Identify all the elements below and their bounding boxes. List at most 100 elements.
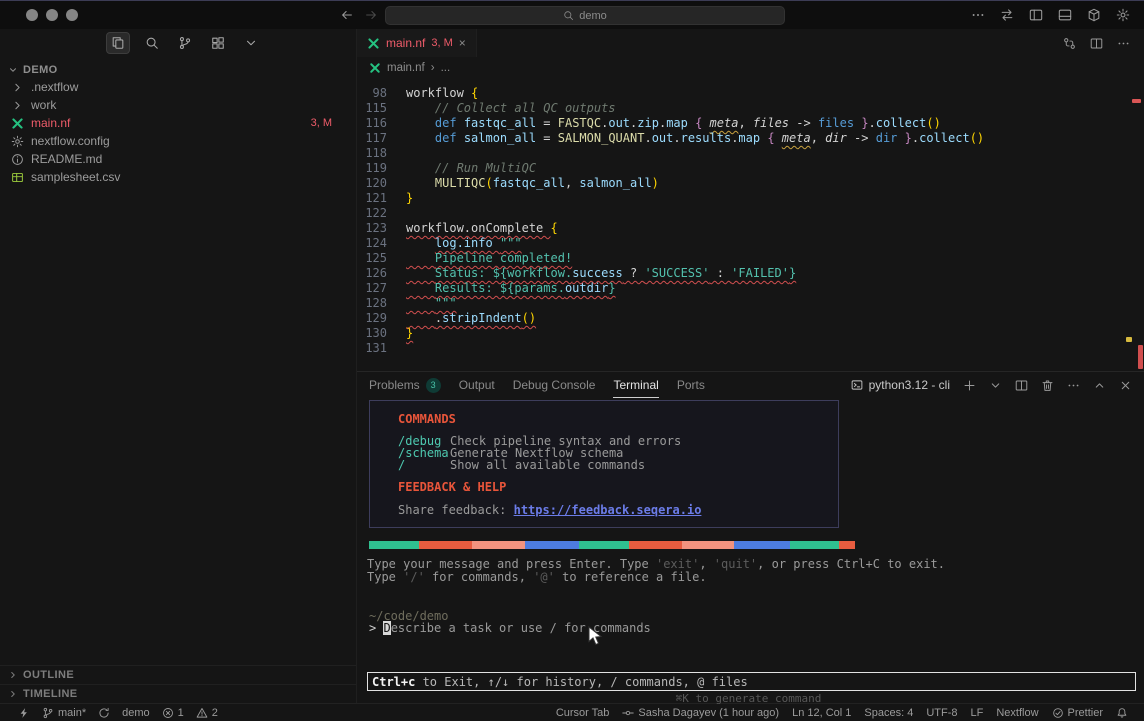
compare-changes-button[interactable] — [1063, 37, 1076, 50]
editor-group: main.nf › ... 98workflow {115 // Collect… — [356, 57, 1144, 703]
outline-label: OUTLINE — [23, 669, 74, 681]
tab-close-button[interactable]: × — [459, 36, 466, 50]
more-button[interactable] — [971, 8, 985, 22]
cube-button[interactable] — [1087, 8, 1101, 22]
feedback-link[interactable]: https://feedback.seqera.io — [514, 503, 702, 517]
git-branch-icon — [178, 36, 192, 50]
warning-icon — [196, 707, 208, 719]
timeline-section[interactable]: TIMELINE — [0, 684, 356, 703]
arrow-right-button[interactable] — [364, 8, 378, 22]
status-zap[interactable] — [18, 707, 30, 719]
modified-badge: 3, M — [311, 117, 332, 129]
bell-icon — [1116, 707, 1128, 719]
command-description: Show all available commands — [450, 458, 645, 472]
breadcrumb[interactable]: main.nf › ... — [357, 57, 1144, 79]
code-editor[interactable]: 98workflow {115 // Collect all QC output… — [357, 79, 1144, 378]
panel-tab-problems[interactable]: Problems3 — [369, 372, 441, 398]
line-number: 131 — [357, 341, 387, 356]
usage-hints: Type your message and press Enter. Type … — [367, 558, 945, 583]
status-demo[interactable]: demo — [122, 707, 150, 719]
status-label: Prettier — [1068, 707, 1103, 719]
status-prettier[interactable]: Prettier — [1052, 707, 1103, 719]
file-label: work — [31, 98, 56, 112]
gear-button[interactable] — [1116, 8, 1130, 22]
extensions-button[interactable] — [207, 33, 229, 53]
explorer-section-header[interactable]: DEMO — [0, 62, 356, 78]
status-bell[interactable] — [1116, 707, 1128, 719]
layout-panel-button[interactable] — [1058, 8, 1072, 22]
swap-button[interactable] — [1000, 8, 1014, 22]
zoom-window-button[interactable] — [66, 9, 78, 21]
code-line-115: 115 // Collect all QC outputs — [357, 101, 1144, 116]
chevron-down-button[interactable] — [989, 379, 1002, 392]
panel-tab-terminal[interactable]: Terminal — [613, 372, 658, 398]
close-button[interactable] — [1119, 379, 1132, 392]
split-editor-button[interactable] — [1015, 379, 1028, 392]
file-tree: .nextflow work main.nf3, Mnextflow.configR… — [0, 78, 356, 186]
line-number: 125 — [357, 251, 387, 266]
titlebar: demo — [0, 0, 1144, 29]
extensions-icon — [211, 36, 225, 50]
status-label: Ln 12, Col 1 — [792, 707, 851, 719]
terminal-view[interactable]: COMMANDS /debugCheck pipeline syntax and… — [357, 398, 1144, 703]
command-name: /schema — [398, 447, 450, 459]
git-branch-button[interactable] — [174, 33, 196, 53]
plus-button[interactable] — [963, 379, 976, 392]
explorer-item-readme-md[interactable]: README.md — [0, 150, 356, 168]
status-spaces-4[interactable]: Spaces: 4 — [864, 707, 913, 719]
search-button[interactable] — [141, 33, 163, 53]
breadcrumb-file: main.nf — [387, 62, 425, 74]
explorer-item-work[interactable]: work — [0, 96, 356, 114]
problems-count-badge: 3 — [426, 378, 441, 393]
nextflow-icon — [10, 117, 24, 130]
table-icon — [10, 171, 24, 184]
minimize-window-button[interactable] — [46, 9, 58, 21]
explorer-item-nextflow[interactable]: .nextflow — [0, 78, 356, 96]
panel-tab-debug-console[interactable]: Debug Console — [513, 372, 596, 398]
status-bar-left: main* demo 12 — [18, 707, 218, 719]
files-button[interactable] — [106, 32, 130, 54]
chevron-up-button[interactable] — [1093, 379, 1106, 392]
status-main[interactable]: main* — [42, 707, 86, 719]
timeline-label: TIMELINE — [23, 688, 78, 700]
arrow-left-button[interactable] — [340, 8, 354, 22]
status-1[interactable]: 1 — [162, 707, 184, 719]
more-button[interactable] — [1117, 37, 1130, 50]
status-nextflow[interactable]: Nextflow — [996, 707, 1038, 719]
status-utf-8[interactable]: UTF-8 — [926, 707, 957, 719]
explorer-item-samplesheet-csv[interactable]: samplesheet.csv — [0, 168, 356, 186]
status-sasha-dagayev-1-hour-ago[interactable]: Sasha Dagayev (1 hour ago) — [622, 707, 779, 719]
command-center-search[interactable]: demo — [385, 6, 785, 25]
text-cursor: D — [383, 621, 390, 635]
code-line-119: 119 // Run MultiQC — [357, 161, 1144, 176]
split-editor-button[interactable] — [1090, 37, 1103, 50]
line-number: 98 — [357, 86, 387, 101]
close-window-button[interactable] — [26, 9, 38, 21]
panel-tab-ports[interactable]: Ports — [677, 372, 705, 398]
more-icon — [1067, 379, 1080, 392]
layout-sidebar-button[interactable] — [1029, 8, 1043, 22]
chat-prompt-input[interactable]: > Describe a task or use / for commands — [369, 621, 651, 635]
status-2[interactable]: 2 — [196, 707, 218, 719]
trash-button[interactable] — [1041, 379, 1054, 392]
tab-modified-badge: 3, M — [431, 37, 452, 49]
line-number: 124 — [357, 236, 387, 251]
command-row-item: /Show all available commands — [398, 459, 838, 471]
more-button[interactable] — [1067, 379, 1080, 392]
command-name: / — [398, 459, 450, 471]
panel-tab-output[interactable]: Output — [459, 372, 495, 398]
chevron-down-button[interactable] — [240, 33, 262, 53]
terminal-session[interactable]: python3.12 - cli — [851, 378, 950, 392]
explorer-item-nextflow-config[interactable]: nextflow.config — [0, 132, 356, 150]
tab-main-nf[interactable]: main.nf 3, M × — [357, 29, 477, 57]
status-lf[interactable]: LF — [971, 707, 984, 719]
outline-section[interactable]: OUTLINE — [0, 665, 356, 684]
file-label: samplesheet.csv — [31, 170, 120, 184]
status-sync[interactable] — [98, 707, 110, 719]
hint-line-2: Type '/' for commands, '@' to reference … — [367, 571, 945, 584]
explorer-item-main-nf[interactable]: main.nf3, M — [0, 114, 356, 132]
status-label: main* — [58, 707, 86, 719]
status-cursor-tab[interactable]: Cursor Tab — [556, 707, 610, 719]
share-feedback-line: Share feedback: https://feedback.seqera.… — [398, 504, 838, 516]
status-ln-12-col-1[interactable]: Ln 12, Col 1 — [792, 707, 851, 719]
